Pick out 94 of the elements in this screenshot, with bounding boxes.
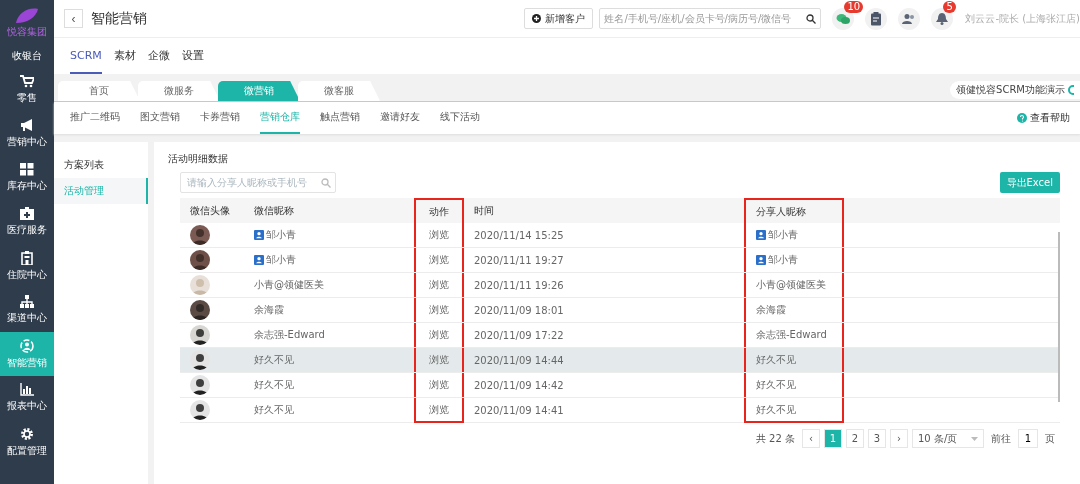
sidebar-item[interactable]: 库存中心 <box>0 156 54 200</box>
next-page-button[interactable]: › <box>890 429 908 448</box>
hierarchy-icon <box>20 295 34 308</box>
sub-tab[interactable]: 触点营销 <box>320 102 360 134</box>
total-count: 共 22 条 <box>755 431 795 446</box>
panel-title: 活动明细数据 <box>168 152 229 166</box>
table-cell-text: 余海霞 <box>253 303 285 317</box>
table-cell-text: 2020/11/09 14:44 <box>473 353 565 368</box>
avatar <box>190 325 210 345</box>
megaphone-icon <box>20 119 34 132</box>
sub-tab[interactable]: 卡券营销 <box>200 102 240 134</box>
sidebar-item[interactable]: 零售 <box>0 68 54 112</box>
user-card-icon <box>756 255 766 265</box>
medical-kit-icon <box>20 207 34 220</box>
table-cell-text: 2020/11/11 19:26 <box>473 278 565 293</box>
table-cell-text: 2020/11/11 19:27 <box>473 253 565 268</box>
goto-label: 前往 <box>991 431 1011 446</box>
settings-icon <box>20 426 34 441</box>
bell-icon <box>936 12 949 25</box>
sidebar-item[interactable]: 渠道中心 <box>0 288 54 332</box>
sub-tab[interactable]: 线下活动 <box>440 102 480 134</box>
count-badge: 10 <box>844 0 864 13</box>
toolbar-icon-button[interactable] <box>865 7 888 30</box>
sidebar-item[interactable]: 报表中心 <box>0 376 54 420</box>
sidebar-item[interactable]: 收银台 <box>0 44 54 68</box>
add-customer-button[interactable]: 新增客户 <box>524 8 594 29</box>
chat-bubbles-icon <box>836 12 851 25</box>
avatar <box>190 275 210 295</box>
building-icon <box>21 250 33 265</box>
caret-icon <box>971 436 978 441</box>
sub-tab[interactable]: 图文营销 <box>140 102 180 134</box>
help-link[interactable]: 查看帮助 <box>1017 111 1070 125</box>
module-tab[interactable]: 首页 <box>58 81 140 101</box>
table-cell-text: 2020/11/14 15:25 <box>473 228 565 243</box>
butterfly-logo <box>14 7 40 25</box>
column-header: 微信昵称 <box>253 203 295 218</box>
user-card-icon <box>756 230 766 240</box>
table-cell-text: 好久不见 <box>253 378 295 392</box>
previous-page-button[interactable]: ‹ <box>802 429 820 448</box>
page-input[interactable]: 1 <box>1018 429 1038 448</box>
sidebar-item[interactable]: 配置管理 <box>0 420 54 464</box>
table-cell-text: 2020/11/09 14:41 <box>473 403 565 418</box>
sub-tab[interactable]: 邀请好友 <box>380 102 420 134</box>
search-icon <box>806 13 817 24</box>
user-card-icon <box>254 230 264 240</box>
table-cell-text: 2020/11/09 18:01 <box>473 303 565 318</box>
sidebar-item[interactable]: 住院中心 <box>0 244 54 288</box>
page-suffix: 页 <box>1045 431 1055 446</box>
grid-icon <box>20 163 34 176</box>
bar-chart-icon <box>20 383 34 396</box>
table-cell-text: 好久不见 <box>253 353 295 367</box>
person-circle-icon <box>20 338 34 353</box>
table-cell: 邹小青 <box>244 223 414 247</box>
page-title: 智能营销 <box>91 9 147 28</box>
sidebar-item[interactable]: 营销中心 <box>0 112 54 156</box>
demo-label: 领健悦容SCRM功能演示 <box>956 83 1065 97</box>
column-header: 时间 <box>473 203 495 218</box>
page-button[interactable]: 3 <box>868 429 886 448</box>
top-tab[interactable]: 企微 <box>147 38 170 74</box>
table-cell-text: 2020/11/09 14:42 <box>473 378 565 393</box>
page-size-value: 10 条/页 <box>918 431 958 446</box>
avatar <box>190 300 210 320</box>
plus-circle-icon <box>532 14 542 23</box>
module-tab[interactable]: 微服务 <box>138 81 220 101</box>
table-cell: 邹小青 <box>244 248 414 272</box>
cart-icon <box>20 75 34 88</box>
demo-pill[interactable]: 领健悦容SCRM功能演示 <box>950 81 1080 99</box>
users-icon <box>902 12 917 25</box>
table-cell-text: 好久不见 <box>253 403 295 417</box>
top-tab[interactable]: 设置 <box>181 38 204 74</box>
search-icon <box>321 177 331 188</box>
page-size-select[interactable]: 10 条/页 <box>912 429 984 448</box>
avatar <box>190 225 210 245</box>
toolbar-icon-button[interactable] <box>898 7 921 30</box>
help-icon <box>1017 113 1027 123</box>
count-badge: 5 <box>943 0 956 13</box>
table-cell: 好久不见 <box>744 398 844 423</box>
user-card-icon <box>254 255 264 265</box>
module-tab[interactable]: 微客服 <box>298 81 380 101</box>
clipboard-icon <box>870 11 883 26</box>
table-cell-text: 余志强-Edward <box>253 328 326 342</box>
table-cell-text: 2020/11/09 17:22 <box>473 328 565 343</box>
sub-tab[interactable]: 推广二维码 <box>70 102 120 134</box>
page-button[interactable]: 2 <box>846 429 864 448</box>
logo-text: 悦容集团 <box>7 26 47 37</box>
search-field[interactable]: 请输入分享人昵称或手机号 <box>180 172 336 193</box>
column-header: 微信头像 <box>189 203 231 218</box>
table-cell-text: 小青@领健医美 <box>253 278 325 292</box>
sidebar-item[interactable]: 医疗服务 <box>0 200 54 244</box>
table-cell: 浏览 <box>414 398 464 423</box>
search-field[interactable]: 姓名/手机号/座机/会员卡号/病历号/微信号 <box>599 8 822 29</box>
top-tab[interactable]: 素材 <box>113 38 136 74</box>
avatar <box>190 250 210 270</box>
back-button[interactable]: ‹ <box>64 9 83 28</box>
